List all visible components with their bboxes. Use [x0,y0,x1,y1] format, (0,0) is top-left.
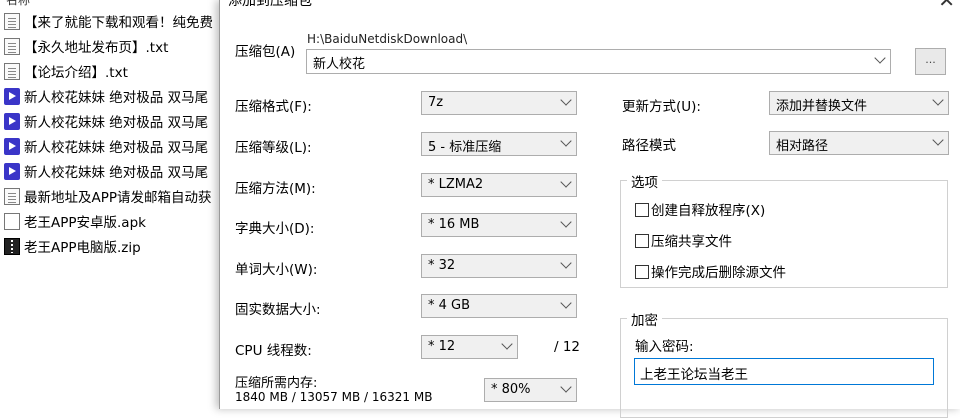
file-item[interactable]: 新人校花妹妹 绝对极品 双马尾 [4,112,208,134]
chevron-down-icon [560,135,572,147]
memory-percent-value: * 80% [491,382,531,397]
dictionary-value: * 16 MB [428,217,480,232]
dictionary-label: 字典大小(D): [235,221,315,237]
path-mode-select[interactable]: 相对路径 [769,131,949,155]
options-title: 选项 [627,171,662,191]
file-item[interactable]: 【论坛介绍】.txt [4,62,128,84]
txt-file-icon [4,38,20,55]
file-name: 【来了就能下载和观看！纯免费 [24,15,213,31]
file-name: 新人校花妹妹 绝对极品 双马尾 [24,165,209,181]
file-name: 【永久地址发布页】.txt [24,40,169,56]
cpu-threads-select[interactable]: * 12 [421,335,518,359]
sfx-label: 创建自释放程序(X) [651,203,766,219]
checkbox-icon [635,203,649,217]
encryption-title: 加密 [627,309,662,329]
memory-value: 1840 MB / 13057 MB / 16321 MB [235,390,433,404]
password-label: 输入密码: [635,339,694,355]
file-item[interactable]: 新人校花妹妹 绝对极品 双马尾 [4,137,208,159]
method-label: 压缩方法(M): [235,181,316,197]
delete-after-label: 操作完成后删除源文件 [651,265,786,281]
level-value: 5 - 标准压缩 [428,140,502,155]
dialog-title: 添加到压缩包 [228,0,312,9]
chevron-down-icon [560,257,572,269]
shared-files-checkbox[interactable]: 压缩共享文件 [635,230,732,250]
options-group: 选项 创建自释放程序(X) 压缩共享文件 操作完成后删除源文件 [620,171,948,288]
file-name: 老王APP安卓版.apk [24,215,146,231]
word-size-label: 单词大小(W): [235,262,318,278]
word-size-select[interactable]: * 32 [421,254,577,278]
delete-after-checkbox[interactable]: 操作完成后删除源文件 [635,261,786,281]
txt-file-icon [4,63,20,80]
checkbox-icon [635,265,649,279]
method-value: * LZMA2 [428,177,484,192]
password-value: 上老王论坛当老王 [640,367,748,383]
close-button[interactable]: ✕ [938,0,955,12]
apk-file-icon [4,213,20,230]
cpu-threads-label: CPU 线程数: [235,343,312,359]
archive-name-value: 新人校花 [313,57,366,72]
memory-percent-select[interactable]: * 80% [484,378,577,402]
chevron-down-icon [932,94,944,106]
chevron-down-icon [560,94,572,106]
txt-file-icon [4,13,20,30]
file-name: 新人校花妹妹 绝对极品 双马尾 [24,90,209,106]
word-size-value: * 32 [428,258,456,273]
file-item[interactable]: 新人校花妹妹 绝对极品 双马尾 [4,162,208,184]
path-mode-label: 路径模式 [622,138,676,154]
chevron-down-icon [560,216,572,228]
chevron-down-icon [560,381,572,393]
file-list: 名称 【来了就能下载和观看！纯免费 【永久地址发布页】.txt 【论坛介绍】.t… [0,0,230,409]
cpu-threads-value: * 12 [428,339,456,354]
level-label: 压缩等级(L): [235,140,312,156]
format-label: 压缩格式(F): [235,99,312,115]
password-input[interactable]: 上老王论坛当老王 [634,358,934,385]
checkbox-icon [635,234,649,248]
chevron-down-icon [874,52,886,64]
update-mode-value: 添加并替换文件 [776,99,868,114]
zip-file-icon [4,238,20,255]
path-mode-value: 相对路径 [776,139,829,154]
method-select[interactable]: * LZMA2 [421,173,577,197]
file-item[interactable]: 老王APP安卓版.apk [4,212,146,234]
level-select[interactable]: 5 - 标准压缩 [421,132,577,156]
solid-size-label: 固实数据大小: [235,302,321,318]
memory-label: 压缩所需内存: [235,376,318,391]
file-item[interactable]: 【来了就能下载和观看！纯免费 [4,12,213,34]
shared-files-label: 压缩共享文件 [651,234,732,250]
chevron-down-icon [560,176,572,188]
dictionary-select[interactable]: * 16 MB [421,213,577,237]
update-mode-label: 更新方式(U): [622,99,701,115]
file-item[interactable]: 老王APP电脑版.zip [4,237,141,259]
video-file-icon [4,88,20,105]
add-to-archive-dialog: 添加到压缩包 ✕ 压缩包(A) H:\BaiduNetdiskDownload\… [219,0,960,418]
archive-name-combo[interactable]: 新人校花 [306,49,891,74]
browse-button[interactable]: ... [915,48,946,75]
format-value: 7z [428,95,444,110]
txt-file-icon [4,188,20,205]
video-file-icon [4,138,20,155]
archive-path: H:\BaiduNetdiskDownload\ [307,32,468,46]
file-name: 最新地址及APP请发邮箱自动获 [24,190,212,206]
solid-size-value: * 4 GB [428,298,471,313]
solid-size-select[interactable]: * 4 GB [421,294,577,318]
cpu-threads-max: / 12 [554,339,581,355]
file-name: 老王APP电脑版.zip [24,240,141,256]
chevron-down-icon [932,134,944,146]
video-file-icon [4,163,20,180]
format-select[interactable]: 7z [421,91,577,115]
file-name: 新人校花妹妹 绝对极品 双马尾 [24,115,209,131]
sfx-checkbox[interactable]: 创建自释放程序(X) [635,199,765,219]
chevron-down-icon [501,338,513,350]
file-name: 【论坛介绍】.txt [24,65,128,81]
file-item[interactable]: 新人校花妹妹 绝对极品 双马尾 [4,87,208,109]
file-item[interactable]: 【永久地址发布页】.txt [4,37,168,59]
update-mode-select[interactable]: 添加并替换文件 [769,91,949,115]
archive-label: 压缩包(A) [235,44,296,60]
chevron-down-icon [560,297,572,309]
file-item[interactable]: 最新地址及APP请发邮箱自动获 [4,187,212,209]
file-name: 新人校花妹妹 绝对极品 双马尾 [24,140,209,156]
file-list-header: 名称 [6,0,31,7]
video-file-icon [4,113,20,130]
